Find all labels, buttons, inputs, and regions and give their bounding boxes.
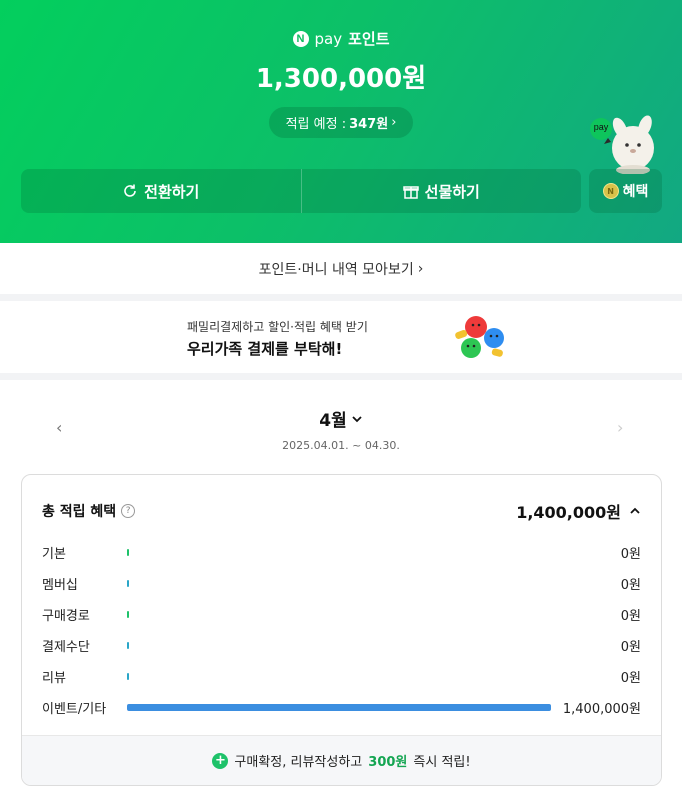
benefit-row-label: 결제수단 [42,640,90,655]
benefit-row-label: 기본 [42,547,66,562]
chevron-up-icon [630,507,640,514]
benefit-row-label: 이벤트/기타 [42,702,107,717]
pay-wordmark: pay [314,29,343,48]
benefit-bar [127,673,129,680]
benefit-bar [127,704,551,711]
benefit-row-value: 0원 [620,609,641,624]
benefit-row: 결제수단 0원 [42,630,641,661]
benefit-row: 이벤트/기타 1,400,000원 [42,692,641,723]
benefit-bar [127,611,129,618]
gift-label: 선물하기 [424,182,480,201]
point-actions: 전환하기 선물하기 [21,169,581,213]
benefit-row-label: 멤버십 [42,578,78,593]
notice-text-pre: 구매확정, 리뷰작성하고 [234,755,363,770]
benefit-label: 혜택 [622,184,649,200]
convert-button[interactable]: 전환하기 [21,169,301,213]
gift-button[interactable]: 선물하기 [302,169,582,213]
notice-text-post: 즉시 적립! [413,755,471,770]
chevron-right-icon: › [391,115,397,130]
family-characters-illustration [455,316,504,358]
convert-label: 전환하기 [144,182,200,201]
history-link[interactable]: 포인트·머니 내역 모아보기 › [0,243,682,294]
month-label: 4월 [319,411,347,431]
benefit-bar-track [127,673,551,680]
total-benefit-toggle[interactable]: 1,400,000원 [516,499,641,523]
next-month-arrow-icon: › [617,418,624,437]
benefit-row-value: 0원 [620,671,641,686]
expected-value: 347원 [349,117,389,132]
benefit-summary-card: 총 적립 혜택 ? 1,400,000원 기본 0원 멤버십 0원 구매경로 0원 결제수단… [21,474,662,786]
coin-icon: N [602,183,619,199]
benefit-bar-track [127,642,551,649]
benefit-row: 기본 0원 [42,537,641,568]
benefit-row-value: 1,400,000원 [562,702,641,717]
benefit-bar [127,549,129,556]
benefit-row-label: 구매경로 [42,609,90,624]
history-link-label: 포인트·머니 내역 모아보기 [258,261,414,278]
benefit-bar-track [127,611,551,618]
benefit-bar [127,580,129,587]
benefit-row-value: 0원 [620,578,641,593]
banner-subtitle: 패밀리결제하고 할인·적립 혜택 받기 [187,320,368,334]
refresh-icon [124,184,136,197]
benefit-breakdown-list: 기본 0원 멤버십 0원 구매경로 0원 결제수단 0원 리뷰 0원 이벤트/기타 1,400,000… [42,537,641,723]
npay-brand: N pay 포인트 [0,28,682,49]
brand-title: 포인트 [348,30,390,48]
total-benefit-title: 총 적립 혜택 ? [42,501,136,521]
benefit-button[interactable]: N 혜택 [589,169,662,213]
gift-icon [402,186,419,199]
expected-points-pill[interactable]: 적립 예정 : 347원 › [269,107,413,138]
total-benefit-amount: 1,400,000원 [516,503,621,522]
chevron-down-icon [352,415,362,422]
benefit-row: 리뷰 0원 [42,661,641,692]
benefit-row-value: 0원 [620,640,641,655]
monthly-summary-section: ‹ 4월 2025.04.01. ~ 04.30. › 총 적립 혜택 ? 1,… [0,380,682,799]
point-balance: 1,300,000원 [255,64,427,94]
benefit-row: 구매경로 0원 [42,599,641,630]
card-header: 총 적립 혜택 ? 1,400,000원 [42,499,641,523]
benefit-row-label: 리뷰 [42,671,66,686]
notice-highlight: 300원 [368,755,408,770]
points-header: N pay 포인트 1,300,000원 적립 예정 : 347원 › pay … [0,0,682,243]
month-dropdown[interactable]: 4월 [319,406,362,431]
expected-label: 적립 예정 : [285,117,347,132]
plus-circle-icon: + [212,752,229,769]
chevron-right-icon: › [417,260,424,277]
month-selector: 4월 2025.04.01. ~ 04.30. [0,406,682,452]
benefit-bar-track [127,704,551,711]
benefit-row-value: 0원 [620,547,641,562]
benefit-bar-track [127,549,551,556]
family-pay-banner[interactable]: 패밀리결제하고 할인·적립 혜택 받기 우리가족 결제를 부탁해! [0,301,682,373]
banner-title: 우리가족 결제를 부탁해! [187,340,343,358]
benefit-bar [127,642,129,649]
date-range: 2025.04.01. ~ 04.30. [282,439,400,452]
benefit-bar-track [127,580,551,587]
total-benefit-label: 총 적립 혜택 [42,504,117,520]
benefit-row: 멤버십 0원 [42,568,641,599]
mascot-pay-badge: pay [593,122,609,132]
review-reward-notice[interactable]: + 구매확정, 리뷰작성하고 300원 즉시 적립! [22,735,661,785]
help-icon[interactable]: ? [121,504,136,518]
naver-n-icon: N [292,30,309,47]
